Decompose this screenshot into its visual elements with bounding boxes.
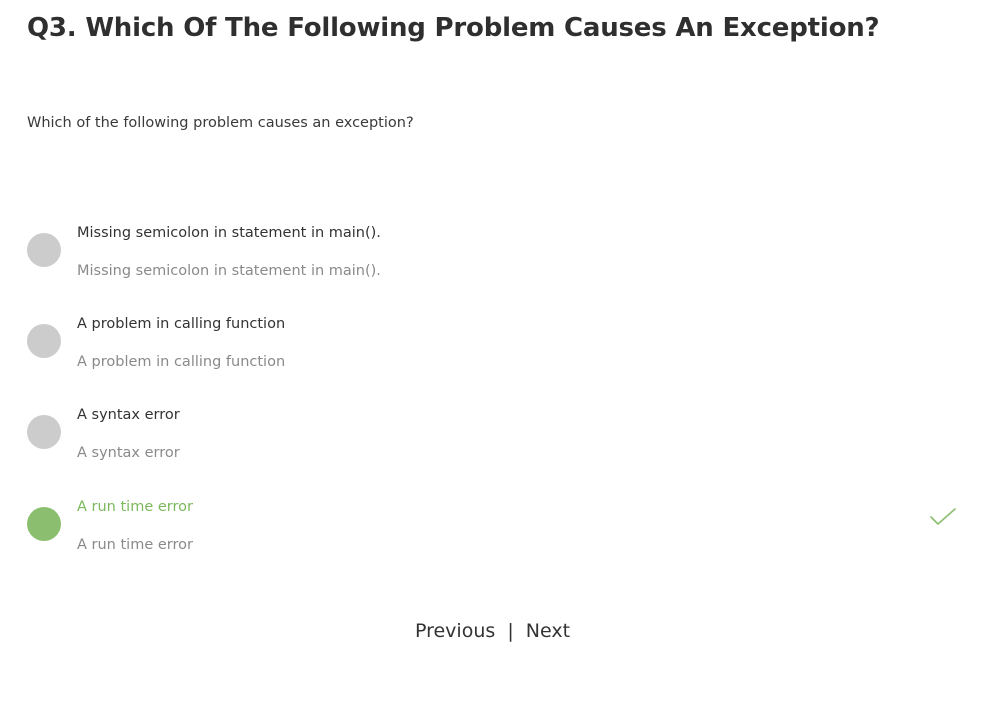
option-1[interactable]: Missing semicolon in statement in main()… [27,225,957,295]
option-radio-circle-icon[interactable] [27,324,61,358]
checkmark-icon [930,508,956,525]
next-link[interactable]: Next [526,620,570,642]
option-radio-circle-icon[interactable] [27,507,61,541]
option-3[interactable]: A syntax error A syntax error [27,407,957,477]
option-label: A syntax error [77,407,180,423]
option-label: A problem in calling function [77,316,286,332]
option-4-correct[interactable]: A run time error A run time error [27,499,957,569]
option-label: Missing semicolon in statement in main()… [77,225,381,241]
nav-separator: | [507,620,514,642]
option-sublabel: A syntax error [77,445,180,461]
question-text: Which of the following problem causes an… [27,115,414,131]
pagination-nav: Previous | Next [0,620,985,642]
option-radio-circle-icon[interactable] [27,415,61,449]
option-sublabel: A problem in calling function [77,354,286,370]
option-2[interactable]: A problem in calling function A problem … [27,316,957,386]
option-label: A run time error [77,499,193,515]
page-title: Q3. Which Of The Following Problem Cause… [27,13,880,43]
option-radio-circle-icon[interactable] [27,233,61,267]
option-sublabel: A run time error [77,537,193,553]
previous-link[interactable]: Previous [415,620,495,642]
option-sublabel: Missing semicolon in statement in main()… [77,263,381,279]
